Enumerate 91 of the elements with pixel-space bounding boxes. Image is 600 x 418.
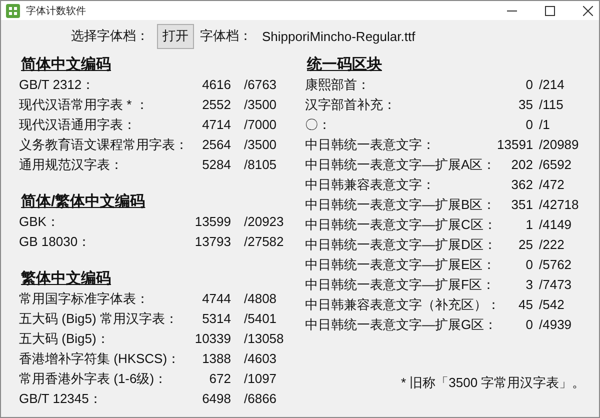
row-label: 五大码 (Big5)： <box>19 330 110 348</box>
row-label: GB/T 2312： <box>19 76 96 94</box>
font-file-name: ShipporiMincho-Regular.ttf <box>262 28 416 44</box>
row-label: 汉字部首补充： <box>305 96 397 114</box>
count-value: 0 <box>524 316 533 334</box>
total-value: /8105 <box>244 156 278 174</box>
maximize-icon[interactable] <box>545 6 555 16</box>
total-value: /5401 <box>244 310 278 328</box>
row-label: 中日韩统一表意文字—扩展D区： <box>305 236 497 254</box>
row-label: 通用规范汉字表： <box>19 156 124 174</box>
total-value: /4808 <box>244 290 278 308</box>
row-label: 中日韩统一表意文字—扩展E区： <box>305 256 497 274</box>
footnote: * 旧称「3500 字常用汉字表」。 <box>400 374 586 392</box>
total-value: /115 <box>539 96 564 114</box>
count-value: 13591 <box>497 136 533 154</box>
row-label: 中日韩统一表意文字—扩展F区： <box>305 276 496 294</box>
row-label: 五大码 (Big5) 常用汉字表： <box>19 310 179 328</box>
total-value: /1097 <box>244 370 278 388</box>
total-value: /13058 <box>244 330 285 348</box>
choose-font-label: 选择字体档： <box>71 27 149 45</box>
row-label: 香港增补字符集 (HKSCS)： <box>19 350 182 368</box>
section-heading: 简体/繁体中文编码 <box>20 192 146 212</box>
row-label: 中日韩统一表意文字—扩展G区： <box>305 316 497 334</box>
count-value: 4714 <box>201 116 231 134</box>
total-value: /4149 <box>539 216 573 234</box>
section-heading: 简体中文编码 <box>20 55 111 75</box>
total-value: /542 <box>539 296 566 314</box>
total-value: /7000 <box>244 116 278 134</box>
total-value: /20923 <box>244 213 285 231</box>
row-label: 中日韩兼容表意文字（补充区）： <box>305 296 497 314</box>
total-value: /4939 <box>539 316 573 334</box>
total-value: /5762 <box>539 256 573 274</box>
total-value: /222 <box>539 236 566 254</box>
close-icon[interactable] <box>583 6 593 16</box>
total-value: /7473 <box>539 276 573 294</box>
count-value: 3 <box>524 276 533 294</box>
section-heading: 繁体中文编码 <box>20 269 111 289</box>
count-value: 351 <box>510 196 533 214</box>
total-value: /6763 <box>244 76 278 94</box>
row-label: 常用香港外字表 (1-6级)： <box>19 370 168 388</box>
section-heading: 统一码区块 <box>306 55 382 75</box>
row-label: 中日韩统一表意文字—扩展C区： <box>305 216 497 234</box>
count-value: 2552 <box>201 96 231 114</box>
count-value: 672 <box>208 370 231 388</box>
total-value: /27582 <box>244 233 285 251</box>
total-value: /3500 <box>244 96 278 114</box>
row-label: 常用国字标准字体表： <box>19 290 150 308</box>
count-value: 5314 <box>201 310 231 328</box>
count-value: 45 <box>518 296 533 314</box>
count-value: 0 <box>524 116 533 134</box>
count-value: 6498 <box>201 390 231 408</box>
count-value: 202 <box>510 156 533 174</box>
total-value: /6592 <box>539 156 573 174</box>
count-value: 35 <box>518 96 533 114</box>
total-value: /214 <box>539 76 566 94</box>
app-icon <box>6 4 20 18</box>
row-label: 中日韩统一表意文字—扩展A区： <box>305 156 497 174</box>
total-value: /42718 <box>539 196 580 214</box>
total-value: /1 <box>539 116 551 134</box>
total-value: /472 <box>539 176 566 194</box>
count-value: 5284 <box>201 156 231 174</box>
count-value: 1 <box>524 216 533 234</box>
count-value: 4616 <box>201 76 231 94</box>
count-value: 2564 <box>201 136 231 154</box>
row-label: 中日韩兼容表意文字： <box>305 176 436 194</box>
row-label: GB 18030： <box>19 233 92 251</box>
total-value: /20989 <box>539 136 580 154</box>
count-value: 0 <box>524 76 533 94</box>
row-label: 义务教育语文课程常用字表： <box>19 136 187 154</box>
count-value: 4744 <box>201 290 231 308</box>
count-value: 25 <box>518 236 533 254</box>
count-value: 10339 <box>194 330 231 348</box>
count-value: 13793 <box>194 233 231 251</box>
row-label: 中日韩统一表意文字： <box>305 136 436 154</box>
row-label: GB/T 12345： <box>19 390 103 408</box>
count-value: 1388 <box>201 350 231 368</box>
total-value: /3500 <box>244 136 278 154</box>
count-value: 0 <box>524 256 533 274</box>
window-title: 字体计数软件 <box>26 4 86 18</box>
row-label: 中日韩统一表意文字—扩展B区： <box>305 196 497 214</box>
row-label: 现代汉语常用字表 * ： <box>19 96 150 114</box>
count-value: 362 <box>510 176 533 194</box>
open-button[interactable]: 打开 <box>157 24 194 48</box>
total-value: /4603 <box>244 350 278 368</box>
font-file-label: 字体档： <box>200 27 252 45</box>
total-value: /6866 <box>244 390 278 408</box>
row-label: 〇： <box>305 116 332 134</box>
row-label: 现代汉语通用字表： <box>19 116 137 134</box>
row-label: GBK： <box>19 213 60 231</box>
count-value: 13599 <box>194 213 231 231</box>
row-label: 康熙部首： <box>305 76 371 94</box>
